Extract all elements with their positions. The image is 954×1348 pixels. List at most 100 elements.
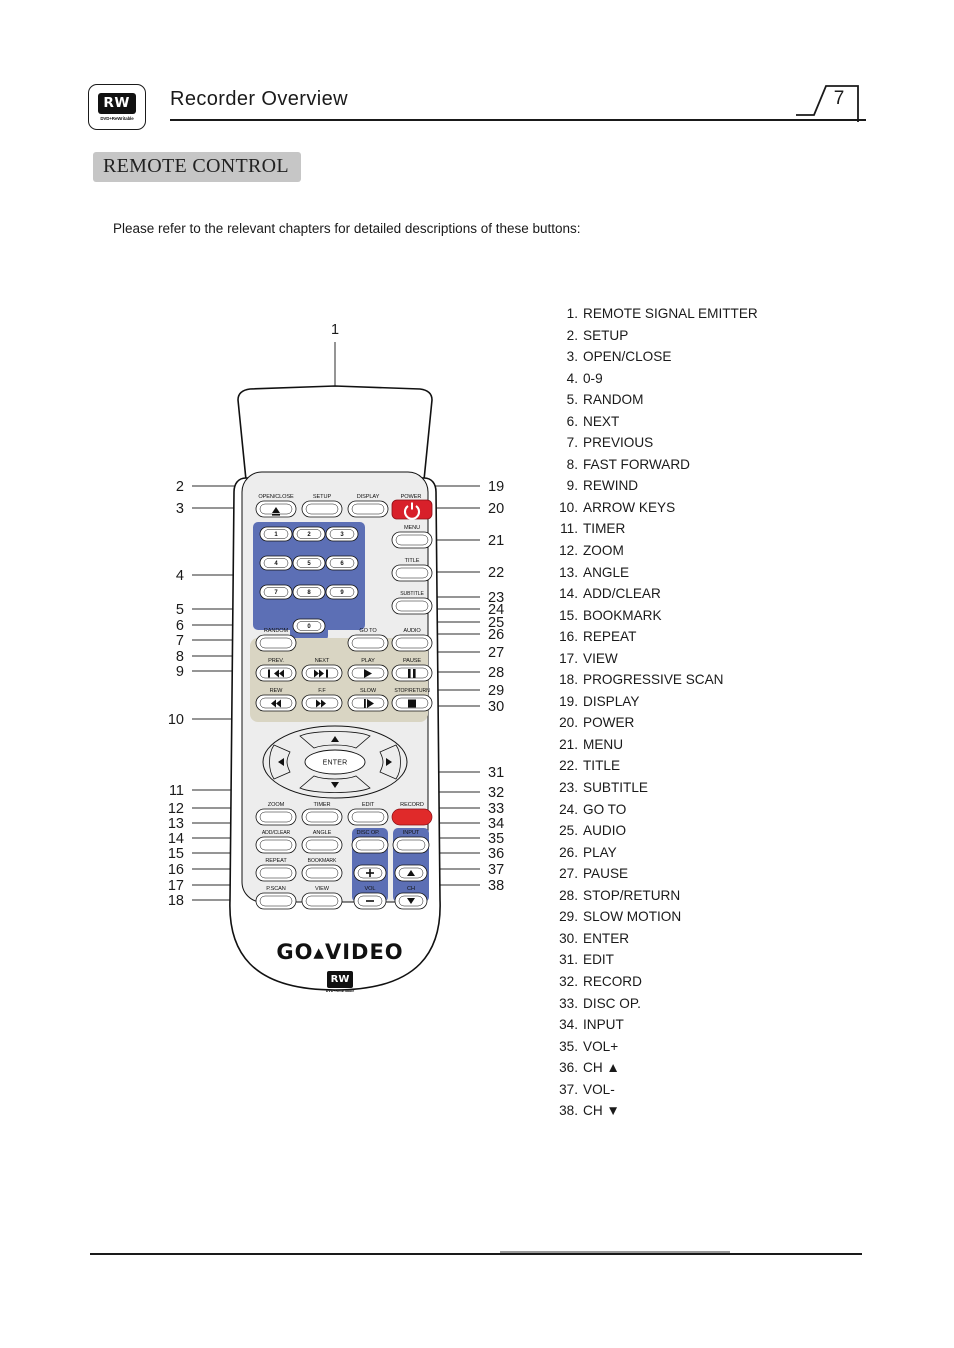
legend-item: 29. SLOW MOTION (552, 906, 852, 928)
legend-item: 21. MENU (552, 734, 852, 756)
svg-text:STOP/RETURN: STOP/RETURN (394, 688, 430, 694)
legend-item-number: 16. (559, 629, 578, 645)
legend-item-label: REPEAT (583, 629, 637, 645)
legend-item-label: CH ▲ (583, 1060, 620, 1076)
legend-item: 11. TIMER (552, 518, 852, 540)
legend-item-label: VIEW (583, 650, 618, 666)
legend-item-number: 31. (559, 952, 578, 968)
button-add-clear[interactable]: ADD/CLEAR (255, 830, 297, 854)
legend-item-number: 30. (559, 930, 578, 946)
legend-item-label: NEXT (583, 413, 620, 429)
numeric-key-3[interactable]: 3 (325, 526, 359, 542)
callout-number: 5 (176, 602, 184, 618)
numeric-key-6[interactable]: 6 (325, 555, 359, 571)
svg-text:TIMER: TIMER (314, 802, 331, 808)
legend-item-label: RECORD (583, 973, 642, 989)
svg-text:ZOOM: ZOOM (268, 802, 285, 808)
svg-text:ANGLE: ANGLE (313, 830, 332, 836)
legend-item-label: DISC OP. (583, 995, 641, 1011)
legend-item-label: RANDOM (583, 392, 644, 408)
legend-item: 33. DISC OP. (552, 993, 852, 1015)
callout-number: 30 (488, 699, 504, 715)
legend-item-label: EDIT (583, 952, 614, 968)
legend-item-number: 22. (559, 758, 578, 774)
legend-item-number: 2. (566, 327, 578, 343)
button-vol-up[interactable] (353, 864, 387, 882)
legend-item: 5. RANDOM (552, 389, 852, 411)
legend-item-label: PLAY (583, 844, 617, 860)
button-ch-up[interactable] (394, 864, 428, 882)
rw-logo-subtext: DVD+ReWritable (100, 115, 134, 121)
header-divider (170, 119, 866, 121)
callout-number: 32 (488, 785, 504, 801)
legend-item-label: VOL+ (583, 1038, 619, 1054)
callout-number: 19 (488, 479, 504, 495)
svg-text:ENTER: ENTER (323, 760, 348, 767)
legend-item-number: 32. (559, 973, 578, 989)
legend-item-label: ZOOM (583, 543, 624, 559)
legend-list: 1. REMOTE SIGNAL EMITTER 2. SETUP 3. OPEN/CLO… (552, 303, 852, 1122)
callout-number: 28 (488, 665, 504, 681)
legend-item-number: 34. (559, 1017, 578, 1033)
brand-rw-text: RW (330, 974, 350, 985)
page-title: Recorder Overview (170, 88, 348, 110)
button-vol-down[interactable] (353, 892, 387, 910)
numeric-key-8[interactable]: 8 (292, 584, 326, 600)
numeric-key-0[interactable]: 0 (292, 618, 326, 634)
legend-item-label: ARROW KEYS (583, 499, 676, 515)
legend-item-label: GO TO (583, 801, 627, 817)
callout-number: 37 (488, 862, 504, 878)
button-open-close[interactable]: OPEN/CLOSE (255, 494, 297, 518)
legend-item: 27. PAUSE (552, 863, 852, 885)
svg-text:AUDIO: AUDIO (403, 628, 421, 634)
legend-item-number: 28. (559, 887, 578, 903)
legend-item-number: 3. (566, 349, 578, 365)
callout-number: 11 (169, 783, 184, 799)
legend-item-label: SUBTITLE (583, 780, 648, 796)
legend-item: 19. DISPLAY (552, 691, 852, 713)
label-vol: VOL (365, 886, 376, 892)
button-ch-down[interactable] (394, 892, 428, 910)
callout-number: 4 (176, 568, 184, 584)
numeric-key-1[interactable]: 1 (259, 526, 293, 542)
callout-number: 20 (488, 501, 504, 517)
svg-text:MENU: MENU (404, 525, 420, 531)
callout-number: 8 (176, 649, 184, 665)
numeric-key-5[interactable]: 5 (292, 555, 326, 571)
callout-number: 34 (488, 816, 504, 832)
legend-item-number: 35. (559, 1038, 578, 1054)
button-stop-return[interactable]: STOP/RETURN (391, 688, 433, 712)
legend-item-number: 24. (559, 801, 578, 817)
svg-text:SUBTITLE: SUBTITLE (400, 591, 424, 597)
legend-item-label: POWER (583, 715, 635, 731)
legend-item: 6. NEXT (552, 411, 852, 433)
legend-item-number: 18. (559, 672, 578, 688)
callout-number: 7 (176, 633, 184, 649)
legend-item-number: 19. (559, 693, 578, 709)
legend-item: 23. SUBTITLE (552, 777, 852, 799)
arrow-keys-pad[interactable]: ENTER (262, 725, 408, 799)
button-bookmark[interactable]: BOOKMARK (301, 858, 343, 882)
rw-logo-icon: RW DVD+ReWritable (88, 84, 146, 130)
callout-number: 6 (176, 618, 184, 634)
numeric-key-4[interactable]: 4 (259, 555, 293, 571)
callout-number: 38 (488, 878, 504, 894)
page: RW DVD+ReWritable Recorder Overview 7 RE… (0, 0, 954, 1348)
svg-text:CH: CH (407, 886, 415, 892)
callout-number: 16 (168, 862, 184, 878)
svg-text:NEXT: NEXT (315, 658, 330, 664)
svg-text:PLAY: PLAY (361, 658, 375, 664)
legend-item-number: 9. (566, 478, 578, 494)
svg-text:RANDOM: RANDOM (264, 628, 289, 634)
svg-text:EDIT: EDIT (362, 802, 375, 808)
numeric-key-9[interactable]: 9 (325, 584, 359, 600)
numeric-key-2[interactable]: 2 (292, 526, 326, 542)
legend-item-label: SETUP (583, 327, 629, 343)
numeric-key-7[interactable]: 7 (259, 584, 293, 600)
legend-item: 30. ENTER (552, 928, 852, 950)
legend-item-number: 37. (559, 1081, 578, 1097)
svg-text:BOOKMARK: BOOKMARK (308, 858, 337, 864)
legend-item-number: 5. (566, 392, 578, 408)
svg-text:PREV.: PREV. (268, 658, 284, 664)
vol-minus-icon (366, 900, 374, 902)
